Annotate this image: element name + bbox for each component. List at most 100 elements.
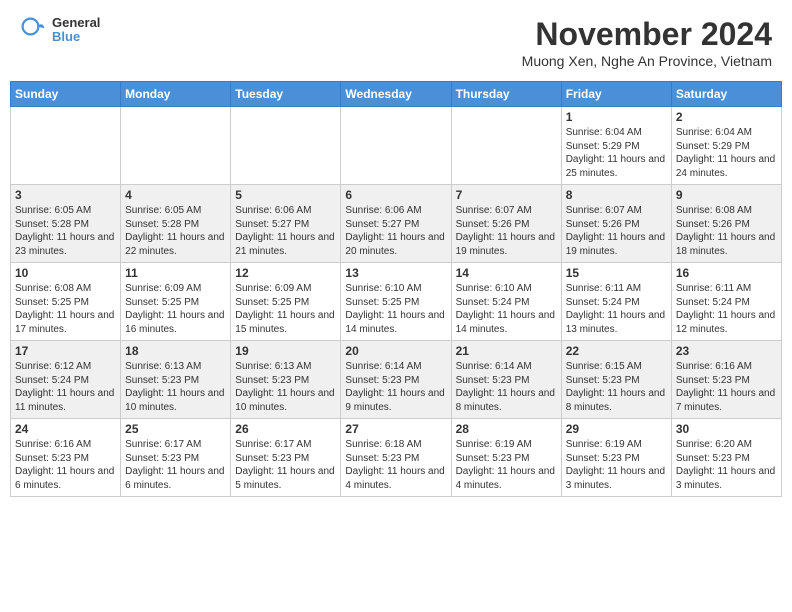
calendar-cell: 26 Sunrise: 6:17 AM Sunset: 5:23 PM Dayli… <box>231 419 341 497</box>
day-info: Sunrise: 6:14 AM Sunset: 5:23 PM Dayligh… <box>456 360 557 414</box>
calendar-cell: 22 Sunrise: 6:15 AM Sunset: 5:23 PM Dayli… <box>561 341 671 419</box>
day-number: 20 <box>345 344 446 358</box>
day-number: 23 <box>676 344 777 358</box>
week-row-1: 1 Sunrise: 6:04 AM Sunset: 5:29 PM Daylig… <box>11 107 782 185</box>
day-info: Sunrise: 6:17 AM Sunset: 5:23 PM Dayligh… <box>235 438 336 492</box>
day-number: 29 <box>566 422 667 436</box>
day-info: Sunrise: 6:19 AM Sunset: 5:23 PM Dayligh… <box>566 438 667 492</box>
day-info: Sunrise: 6:05 AM Sunset: 5:28 PM Dayligh… <box>15 204 116 258</box>
month-title: November 2024 <box>522 16 772 53</box>
day-info: Sunrise: 6:11 AM Sunset: 5:24 PM Dayligh… <box>676 282 777 336</box>
calendar-cell: 1 Sunrise: 6:04 AM Sunset: 5:29 PM Daylig… <box>561 107 671 185</box>
day-info: Sunrise: 6:16 AM Sunset: 5:23 PM Dayligh… <box>676 360 777 414</box>
day-info: Sunrise: 6:05 AM Sunset: 5:28 PM Dayligh… <box>125 204 226 258</box>
day-info: Sunrise: 6:08 AM Sunset: 5:25 PM Dayligh… <box>15 282 116 336</box>
day-number: 5 <box>235 188 336 202</box>
day-number: 4 <box>125 188 226 202</box>
weekday-monday: Monday <box>121 82 231 107</box>
calendar-cell: 9 Sunrise: 6:08 AM Sunset: 5:26 PM Daylig… <box>671 185 781 263</box>
calendar-cell <box>11 107 121 185</box>
logo[interactable]: General Blue <box>20 16 100 45</box>
day-info: Sunrise: 6:10 AM Sunset: 5:25 PM Dayligh… <box>345 282 446 336</box>
day-info: Sunrise: 6:06 AM Sunset: 5:27 PM Dayligh… <box>235 204 336 258</box>
calendar-cell: 24 Sunrise: 6:16 AM Sunset: 5:23 PM Dayli… <box>11 419 121 497</box>
calendar-cell: 8Sunrise: 6:07 AM Sunset: 5:26 PM Daylig… <box>561 185 671 263</box>
day-info: Sunrise: 6:04 AM Sunset: 5:29 PM Dayligh… <box>676 126 777 180</box>
day-info: Sunrise: 6:10 AM Sunset: 5:24 PM Dayligh… <box>456 282 557 336</box>
calendar-cell: 25 Sunrise: 6:17 AM Sunset: 5:23 PM Dayli… <box>121 419 231 497</box>
day-number: 9 <box>676 188 777 202</box>
day-number: 24 <box>15 422 116 436</box>
calendar-cell: 3 Sunrise: 6:05 AM Sunset: 5:28 PM Daylig… <box>11 185 121 263</box>
day-number: 8 <box>566 188 667 202</box>
day-number: 2 <box>676 110 777 124</box>
calendar-cell: 14 Sunrise: 6:10 AM Sunset: 5:24 PM Dayli… <box>451 263 561 341</box>
day-number: 12 <box>235 266 336 280</box>
day-number: 15 <box>566 266 667 280</box>
week-row-4: 17 Sunrise: 6:12 AM Sunset: 5:24 PM Dayli… <box>11 341 782 419</box>
calendar-cell: 7 Sunrise: 6:07 AM Sunset: 5:26 PM Daylig… <box>451 185 561 263</box>
day-info: Sunrise: 6:06 AM Sunset: 5:27 PM Dayligh… <box>345 204 446 258</box>
calendar-cell: 12 Sunrise: 6:09 AM Sunset: 5:25 PM Dayli… <box>231 263 341 341</box>
calendar-cell: 2 Sunrise: 6:04 AM Sunset: 5:29 PM Daylig… <box>671 107 781 185</box>
day-info: Sunrise: 6:18 AM Sunset: 5:23 PM Dayligh… <box>345 438 446 492</box>
day-info: Sunrise: 6:15 AM Sunset: 5:23 PM Dayligh… <box>566 360 667 414</box>
logo-general: General <box>52 16 100 30</box>
day-info: Sunrise: 6:17 AM Sunset: 5:23 PM Dayligh… <box>125 438 226 492</box>
calendar-cell: 18 Sunrise: 6:13 AM Sunset: 5:23 PM Dayli… <box>121 341 231 419</box>
weekday-tuesday: Tuesday <box>231 82 341 107</box>
calendar-cell <box>121 107 231 185</box>
location: Muong Xen, Nghe An Province, Vietnam <box>522 53 772 69</box>
day-number: 11 <box>125 266 226 280</box>
week-row-5: 24 Sunrise: 6:16 AM Sunset: 5:23 PM Dayli… <box>11 419 782 497</box>
day-number: 30 <box>676 422 777 436</box>
title-block: November 2024 Muong Xen, Nghe An Provinc… <box>522 16 772 69</box>
calendar-cell: 15Sunrise: 6:11 AM Sunset: 5:24 PM Dayli… <box>561 263 671 341</box>
day-number: 17 <box>15 344 116 358</box>
calendar-cell: 20Sunrise: 6:14 AM Sunset: 5:23 PM Dayli… <box>341 341 451 419</box>
calendar-cell: 10 Sunrise: 6:08 AM Sunset: 5:25 PM Dayli… <box>11 263 121 341</box>
calendar-cell: 6 Sunrise: 6:06 AM Sunset: 5:27 PM Daylig… <box>341 185 451 263</box>
weekday-thursday: Thursday <box>451 82 561 107</box>
calendar-cell: 17 Sunrise: 6:12 AM Sunset: 5:24 PM Dayli… <box>11 341 121 419</box>
calendar-cell: 23 Sunrise: 6:16 AM Sunset: 5:23 PM Dayli… <box>671 341 781 419</box>
day-number: 13 <box>345 266 446 280</box>
day-number: 14 <box>456 266 557 280</box>
day-info: Sunrise: 6:13 AM Sunset: 5:23 PM Dayligh… <box>125 360 226 414</box>
weekday-wednesday: Wednesday <box>341 82 451 107</box>
day-number: 10 <box>15 266 116 280</box>
week-row-2: 3 Sunrise: 6:05 AM Sunset: 5:28 PM Daylig… <box>11 185 782 263</box>
day-number: 18 <box>125 344 226 358</box>
day-number: 3 <box>15 188 116 202</box>
calendar-cell: 30 Sunrise: 6:20 AM Sunset: 5:23 PM Dayli… <box>671 419 781 497</box>
day-info: Sunrise: 6:20 AM Sunset: 5:23 PM Dayligh… <box>676 438 777 492</box>
day-number: 22 <box>566 344 667 358</box>
day-info: Sunrise: 6:09 AM Sunset: 5:25 PM Dayligh… <box>235 282 336 336</box>
day-number: 19 <box>235 344 336 358</box>
calendar-cell <box>341 107 451 185</box>
calendar-cell <box>231 107 341 185</box>
calendar-cell: 27 Sunrise: 6:18 AM Sunset: 5:23 PM Dayli… <box>341 419 451 497</box>
day-number: 25 <box>125 422 226 436</box>
calendar-table: SundayMondayTuesdayWednesdayThursdayFrid… <box>10 81 782 497</box>
day-info: Sunrise: 6:16 AM Sunset: 5:23 PM Dayligh… <box>15 438 116 492</box>
week-row-3: 10 Sunrise: 6:08 AM Sunset: 5:25 PM Dayli… <box>11 263 782 341</box>
day-number: 1 <box>566 110 667 124</box>
day-number: 26 <box>235 422 336 436</box>
day-info: Sunrise: 6:08 AM Sunset: 5:26 PM Dayligh… <box>676 204 777 258</box>
day-number: 6 <box>345 188 446 202</box>
day-info: Sunrise: 6:07 AM Sunset: 5:26 PM Dayligh… <box>456 204 557 258</box>
calendar-cell: 4 Sunrise: 6:05 AM Sunset: 5:28 PM Daylig… <box>121 185 231 263</box>
day-number: 27 <box>345 422 446 436</box>
calendar-header-row: SundayMondayTuesdayWednesdayThursdayFrid… <box>11 82 782 107</box>
logo-blue: Blue <box>52 30 100 44</box>
day-info: Sunrise: 6:04 AM Sunset: 5:29 PM Dayligh… <box>566 126 667 180</box>
calendar-cell: 21Sunrise: 6:14 AM Sunset: 5:23 PM Dayli… <box>451 341 561 419</box>
day-number: 7 <box>456 188 557 202</box>
calendar-cell: 11 Sunrise: 6:09 AM Sunset: 5:25 PM Dayli… <box>121 263 231 341</box>
calendar-cell <box>451 107 561 185</box>
page-header: General Blue November 2024 Muong Xen, Ng… <box>0 0 792 73</box>
day-info: Sunrise: 6:12 AM Sunset: 5:24 PM Dayligh… <box>15 360 116 414</box>
day-info: Sunrise: 6:09 AM Sunset: 5:25 PM Dayligh… <box>125 282 226 336</box>
calendar-cell: 29 Sunrise: 6:19 AM Sunset: 5:23 PM Dayli… <box>561 419 671 497</box>
